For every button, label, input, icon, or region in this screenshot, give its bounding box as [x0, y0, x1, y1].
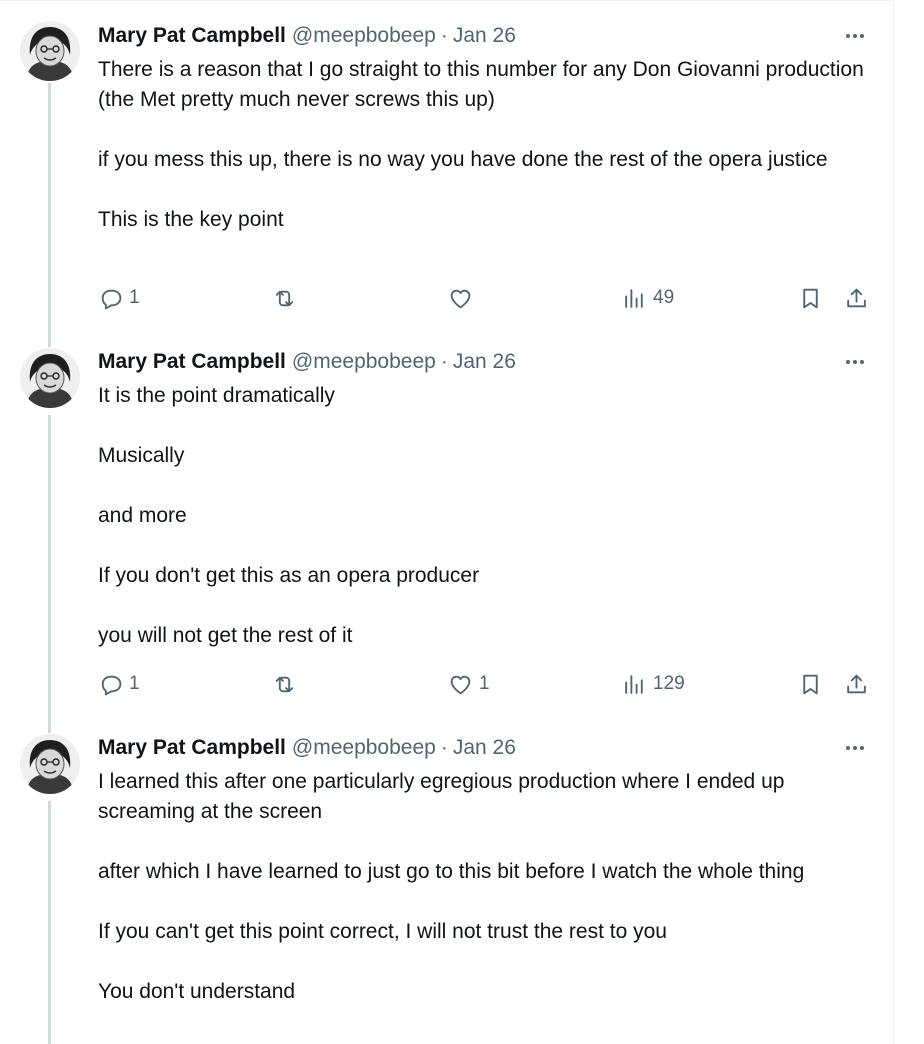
- avatar[interactable]: [20, 734, 80, 794]
- tweet-paragraph: If you can't get this point correct, I w…: [98, 920, 667, 943]
- reply-count: 1: [129, 287, 140, 308]
- tweet-paragraph: There is a reason that I go straight to …: [98, 58, 864, 111]
- header-separator: ·: [440, 736, 448, 759]
- reply-count: 1: [129, 673, 140, 694]
- bookmark-button[interactable]: [798, 669, 823, 699]
- tweet-actions: 1 1 129: [98, 669, 878, 699]
- share-icon: [847, 288, 866, 307]
- bookmark-icon: [803, 288, 818, 308]
- author-handle[interactable]: @meepbobeep: [292, 21, 436, 51]
- tweet-text: It is the point dramatically Musically a…: [98, 381, 868, 651]
- thread-connector-line: [48, 801, 51, 1044]
- repost-icon: [275, 290, 294, 306]
- header-separator: ·: [440, 24, 448, 47]
- share-button[interactable]: [844, 283, 869, 313]
- more-options-button[interactable]: [838, 347, 872, 377]
- tweet-paragraph: and more: [98, 504, 187, 527]
- repost-button[interactable]: [272, 669, 303, 699]
- tweet-text: There is a reason that I go straight to …: [98, 55, 868, 235]
- reply-button[interactable]: 1: [98, 283, 140, 313]
- tweet-header: Mary Pat Campbell @meepbobeep · Jan 26: [98, 347, 516, 377]
- tweet-paragraph: It is the point dramatically: [98, 384, 335, 407]
- views-count: 49: [653, 287, 675, 308]
- thread-connector-line: [48, 415, 51, 733]
- tweet-1[interactable]: Mary Pat Campbell @meepbobeep · Jan 26 T…: [0, 1, 894, 347]
- more-options-button[interactable]: [838, 733, 872, 763]
- like-button[interactable]: 1: [448, 669, 490, 699]
- repost-button[interactable]: [272, 283, 303, 313]
- tweet-2[interactable]: Mary Pat Campbell @meepbobeep · Jan 26 I…: [0, 347, 894, 733]
- share-button[interactable]: [844, 669, 869, 699]
- avatar[interactable]: [20, 348, 80, 408]
- tweet-text: I learned this after one particularly eg…: [98, 767, 868, 1007]
- author-name[interactable]: Mary Pat Campbell: [98, 21, 286, 51]
- author-name[interactable]: Mary Pat Campbell: [98, 347, 286, 377]
- share-icon: [847, 674, 866, 693]
- tweet-paragraph: If you don't get this as an opera produc…: [98, 564, 480, 587]
- repost-icon: [275, 676, 294, 692]
- tweet-date[interactable]: Jan 26: [453, 21, 516, 51]
- like-count: 1: [479, 673, 490, 694]
- tweet-date[interactable]: Jan 26: [453, 733, 516, 763]
- tweet-header: Mary Pat Campbell @meepbobeep · Jan 26: [98, 733, 516, 763]
- author-handle[interactable]: @meepbobeep: [292, 347, 436, 377]
- tweet-date[interactable]: Jan 26: [453, 347, 516, 377]
- tweet-paragraph: I learned this after one particularly eg…: [98, 770, 785, 823]
- views-icon: [625, 288, 643, 308]
- tweet-3[interactable]: Mary Pat Campbell @meepbobeep · Jan 26 I…: [0, 733, 894, 1044]
- avatar[interactable]: [20, 21, 80, 81]
- tweet-paragraph: you will not get the rest of it: [98, 624, 353, 647]
- more-options-icon: [846, 360, 864, 364]
- views-count: 129: [653, 673, 685, 694]
- reply-button[interactable]: 1: [98, 669, 140, 699]
- author-name[interactable]: Mary Pat Campbell: [98, 733, 286, 763]
- tweet-paragraph: Musically: [98, 444, 185, 467]
- tweet-paragraph: after which I have learned to just go to…: [98, 860, 805, 883]
- bookmark-button[interactable]: [798, 283, 823, 313]
- timeline: Mary Pat Campbell @meepbobeep · Jan 26 T…: [0, 0, 894, 1044]
- like-button[interactable]: [448, 283, 479, 313]
- reply-icon: [101, 675, 122, 695]
- author-handle[interactable]: @meepbobeep: [292, 733, 436, 763]
- header-separator: ·: [440, 350, 448, 373]
- views-button[interactable]: 129: [622, 669, 685, 699]
- more-options-icon: [846, 746, 864, 750]
- more-options-icon: [846, 34, 864, 38]
- like-icon: [450, 675, 471, 694]
- reply-icon: [101, 289, 122, 309]
- thread-connector-line: [48, 83, 51, 347]
- tweet-paragraph: You don't understand: [98, 980, 296, 1003]
- tweet-actions: 1 49: [98, 283, 878, 313]
- tweet-header: Mary Pat Campbell @meepbobeep · Jan 26: [98, 21, 516, 51]
- views-button[interactable]: 49: [622, 283, 674, 313]
- bookmark-icon: [803, 674, 818, 694]
- tweet-paragraph: if you mess this up, there is no way you…: [98, 148, 828, 171]
- views-icon: [625, 674, 643, 694]
- like-icon: [450, 289, 471, 308]
- tweet-paragraph: This is the key point: [98, 208, 284, 231]
- more-options-button[interactable]: [838, 21, 872, 51]
